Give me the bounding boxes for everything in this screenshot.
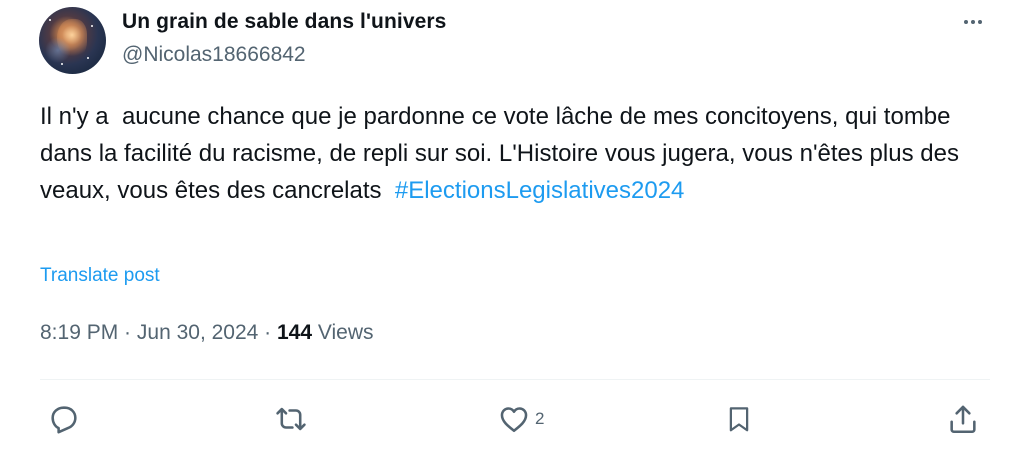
repost-icon [276, 407, 306, 431]
more-dots-icon [964, 20, 982, 24]
meta-separator: · [118, 321, 137, 344]
translate-post-link[interactable]: Translate post [40, 265, 160, 287]
bookmark-button[interactable] [724, 400, 754, 438]
bookmark-icon [729, 407, 749, 432]
like-button[interactable]: 2 [497, 400, 544, 438]
hashtag-link[interactable]: #ElectionsLegislatives2024 [395, 177, 685, 204]
tweet-meta: 8:19 PM · Jun 30, 2024 · 144 Views [40, 321, 374, 345]
author-handle[interactable]: @Nicolas18666842 [122, 43, 306, 67]
more-options-button[interactable] [955, 8, 991, 36]
avatar-nebula-glow [45, 37, 71, 63]
author-display-name[interactable]: Un grain de sable dans l'univers [122, 10, 446, 34]
heart-icon [500, 407, 528, 433]
meta-separator: · [258, 321, 277, 344]
repost-button[interactable] [273, 400, 309, 438]
avatar-star [91, 25, 93, 27]
views-label: Views [317, 321, 374, 344]
tweet-time[interactable]: 8:19 PM [40, 321, 118, 344]
share-button[interactable] [946, 400, 980, 438]
tweet-card: Un grain de sable dans l'univers @Nicola… [0, 0, 1024, 450]
like-count: 2 [535, 409, 545, 428]
avatar-star [61, 63, 63, 65]
avatar-star [49, 19, 51, 21]
share-icon [950, 405, 976, 434]
tweet-date[interactable]: Jun 30, 2024 [137, 321, 258, 344]
views-count: 144 [277, 321, 313, 344]
avatar-star [87, 57, 89, 59]
tweet-text: Il n'y a aucune chance que je pardonne c… [40, 98, 970, 209]
reply-icon [51, 406, 77, 434]
reply-button[interactable] [47, 400, 81, 438]
avatar[interactable] [39, 7, 106, 74]
divider [40, 379, 990, 380]
